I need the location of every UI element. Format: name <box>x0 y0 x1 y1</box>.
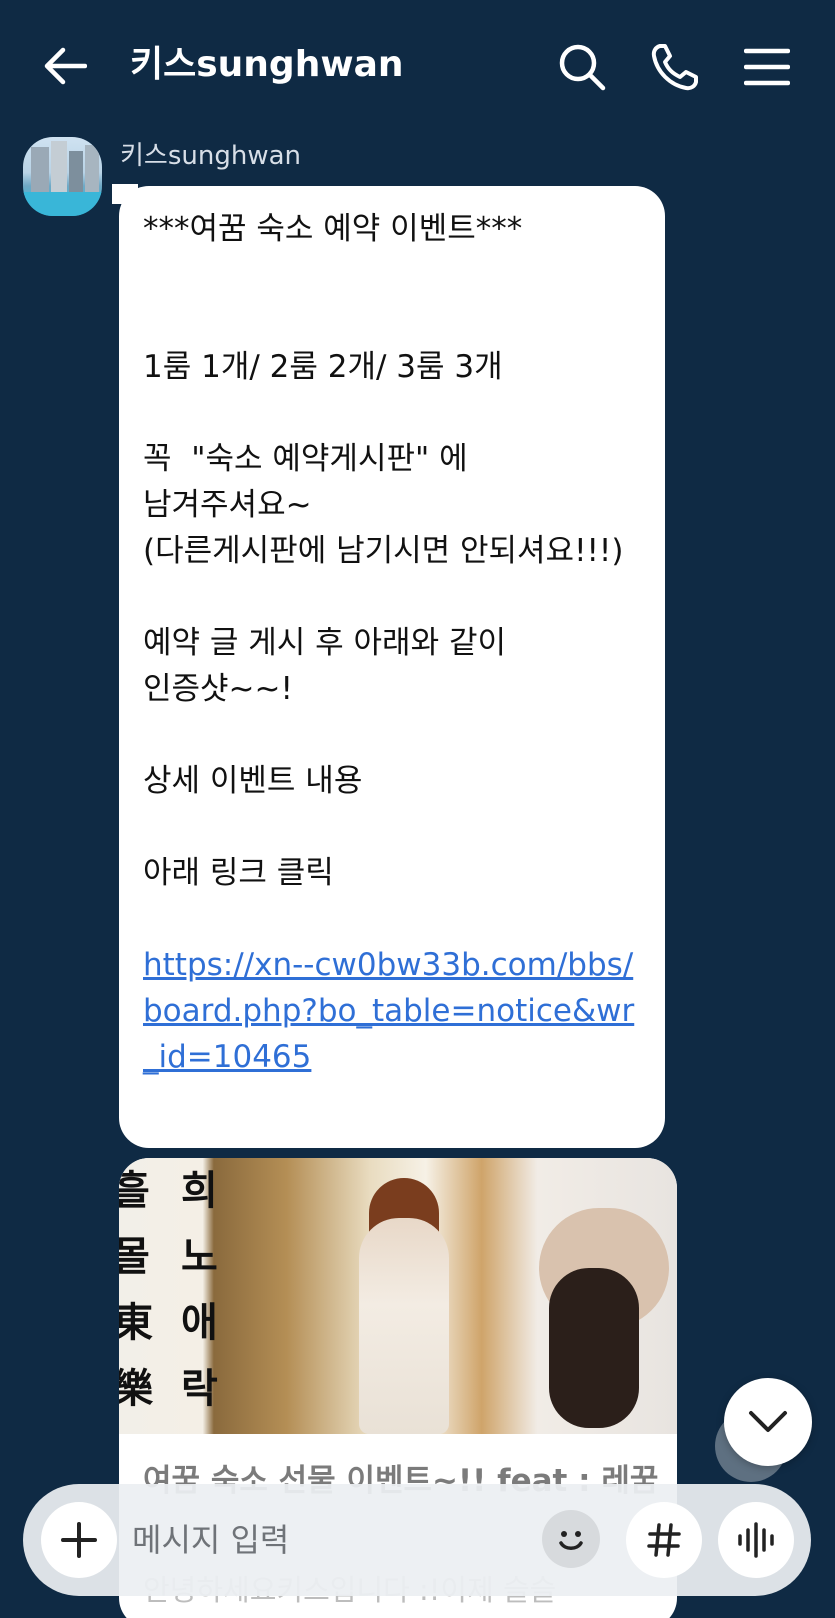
emoji-button[interactable] <box>542 1510 600 1568</box>
message-line: (다른게시판에 남기시면 안되셔요!!!) <box>143 533 624 569</box>
call-button[interactable] <box>648 40 702 94</box>
message-line <box>143 574 641 620</box>
message-line: 1룸 1개/ 2룸 2개/ 3룸 3개 <box>143 349 503 385</box>
attach-button[interactable] <box>41 1502 117 1578</box>
message-line <box>143 896 641 942</box>
calligraphy-char: 희 <box>181 1167 218 1214</box>
message-link[interactable]: https://xn--cw0bw33b.com/bbs/board.php?b… <box>143 942 641 1080</box>
smile-icon <box>559 1531 583 1550</box>
search-icon <box>559 44 606 91</box>
message-line: 꼭 "숙소 예약게시판" 에 <box>143 441 468 477</box>
message-line: 남겨주셔요~ <box>143 487 312 523</box>
calligraphy-right: 희노애락 <box>181 1158 221 1422</box>
message-line <box>143 390 641 436</box>
message-text: ***여꿈 숙소 예약 이벤트*** 1룸 1개/ 2룸 2개/ 3룸 3개 꼭… <box>143 206 641 942</box>
message-line: 인증샷~~! <box>143 671 293 707</box>
message-line: ***여꿈 숙소 예약 이벤트*** <box>143 211 523 247</box>
hashtag-button[interactable] <box>626 1502 702 1578</box>
calligraphy-char: 몰 <box>119 1233 150 1280</box>
message-line: 아래 링크 클릭 <box>143 855 334 891</box>
avatar-building <box>69 151 83 197</box>
phone-icon <box>651 44 698 91</box>
chat-title: 키스sunghwan <box>130 44 404 85</box>
voice-button[interactable] <box>718 1502 794 1578</box>
chat-header: 키스sunghwan <box>0 0 835 130</box>
message-line <box>143 298 641 344</box>
message-line <box>143 804 641 850</box>
message-line: 예약 글 게시 후 아래와 같이 <box>143 625 506 661</box>
calligraphy-left: 흘몰東樂 <box>119 1158 153 1422</box>
calligraphy-char: 東 <box>119 1299 153 1346</box>
message-bubble[interactable]: ***여꿈 숙소 예약 이벤트*** 1룸 1개/ 2룸 2개/ 3룸 3개 꼭… <box>119 186 665 1148</box>
plus-icon <box>61 1522 97 1558</box>
voice-wave-icon <box>738 1522 774 1558</box>
menu-icon <box>744 48 790 86</box>
calligraphy-char: 노 <box>181 1233 218 1280</box>
message-input[interactable] <box>132 1512 512 1568</box>
menu-button[interactable] <box>740 40 794 94</box>
hash-icon <box>647 1523 681 1557</box>
calligraphy-char: 흘 <box>119 1167 150 1214</box>
scroll-down-button[interactable] <box>724 1378 812 1466</box>
back-arrow-icon <box>44 47 87 85</box>
avatar-building <box>31 147 49 197</box>
woman-hair <box>549 1268 639 1428</box>
calligraphy-char: 락 <box>181 1365 218 1412</box>
calligraphy-char: 애 <box>181 1299 218 1346</box>
message-line: 상세 이벤트 내용 <box>143 763 363 799</box>
preview-image: 흘몰東樂 희노애락 <box>119 1158 677 1434</box>
avatar-pool <box>23 192 102 216</box>
sender-avatar[interactable] <box>23 137 102 216</box>
woman-figure <box>359 1218 449 1434</box>
message-line <box>143 712 641 758</box>
avatar-building <box>51 141 67 197</box>
sender-name: 키스sunghwan <box>120 141 302 171</box>
avatar-building <box>85 145 99 197</box>
calligraphy-char: 樂 <box>119 1365 153 1412</box>
back-button[interactable] <box>38 40 90 92</box>
search-button[interactable] <box>555 40 609 94</box>
message-line <box>143 252 641 298</box>
chevron-down-icon <box>749 1411 787 1432</box>
